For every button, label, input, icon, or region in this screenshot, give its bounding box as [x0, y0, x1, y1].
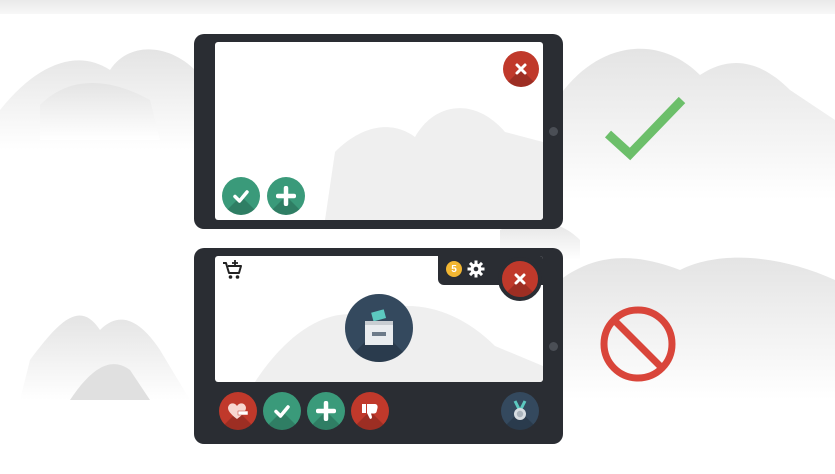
medal-icon: [513, 400, 527, 420]
screen-mountains: [325, 108, 543, 220]
close-icon: [515, 63, 527, 75]
coin-icon: 5: [446, 261, 462, 277]
medal-button[interactable]: [501, 392, 539, 430]
cart-add-icon[interactable]: [222, 260, 244, 280]
coin-value: 5: [451, 263, 457, 275]
check-icon: [274, 405, 290, 418]
add-button[interactable]: [267, 177, 305, 215]
check-mark-icon: [604, 96, 686, 161]
check-button[interactable]: [222, 177, 260, 215]
ballot-box-icon: [365, 309, 393, 345]
plus-icon: [276, 186, 296, 206]
home-button[interactable]: [549, 342, 558, 351]
good-example-phone: [194, 34, 563, 229]
add-button[interactable]: [307, 392, 345, 430]
heart-minus-icon: [228, 403, 249, 419]
bad-example-phone: 5: [194, 248, 563, 444]
close-button[interactable]: [498, 257, 542, 301]
gear-icon[interactable]: [467, 260, 485, 278]
good-example-screen: [215, 42, 543, 220]
thumbs-down-icon: [362, 404, 378, 419]
heart-minus-button[interactable]: [219, 392, 257, 430]
home-button[interactable]: [549, 127, 558, 136]
prohibited-icon: [600, 306, 676, 382]
check-button[interactable]: [263, 392, 301, 430]
check-icon: [233, 190, 249, 203]
thumbs-down-button[interactable]: [351, 392, 389, 430]
close-icon: [514, 273, 526, 285]
ballot-box-button[interactable]: [345, 294, 413, 362]
bad-example-screen: 5: [215, 256, 543, 382]
plus-icon: [316, 401, 336, 421]
close-button[interactable]: [503, 51, 539, 87]
